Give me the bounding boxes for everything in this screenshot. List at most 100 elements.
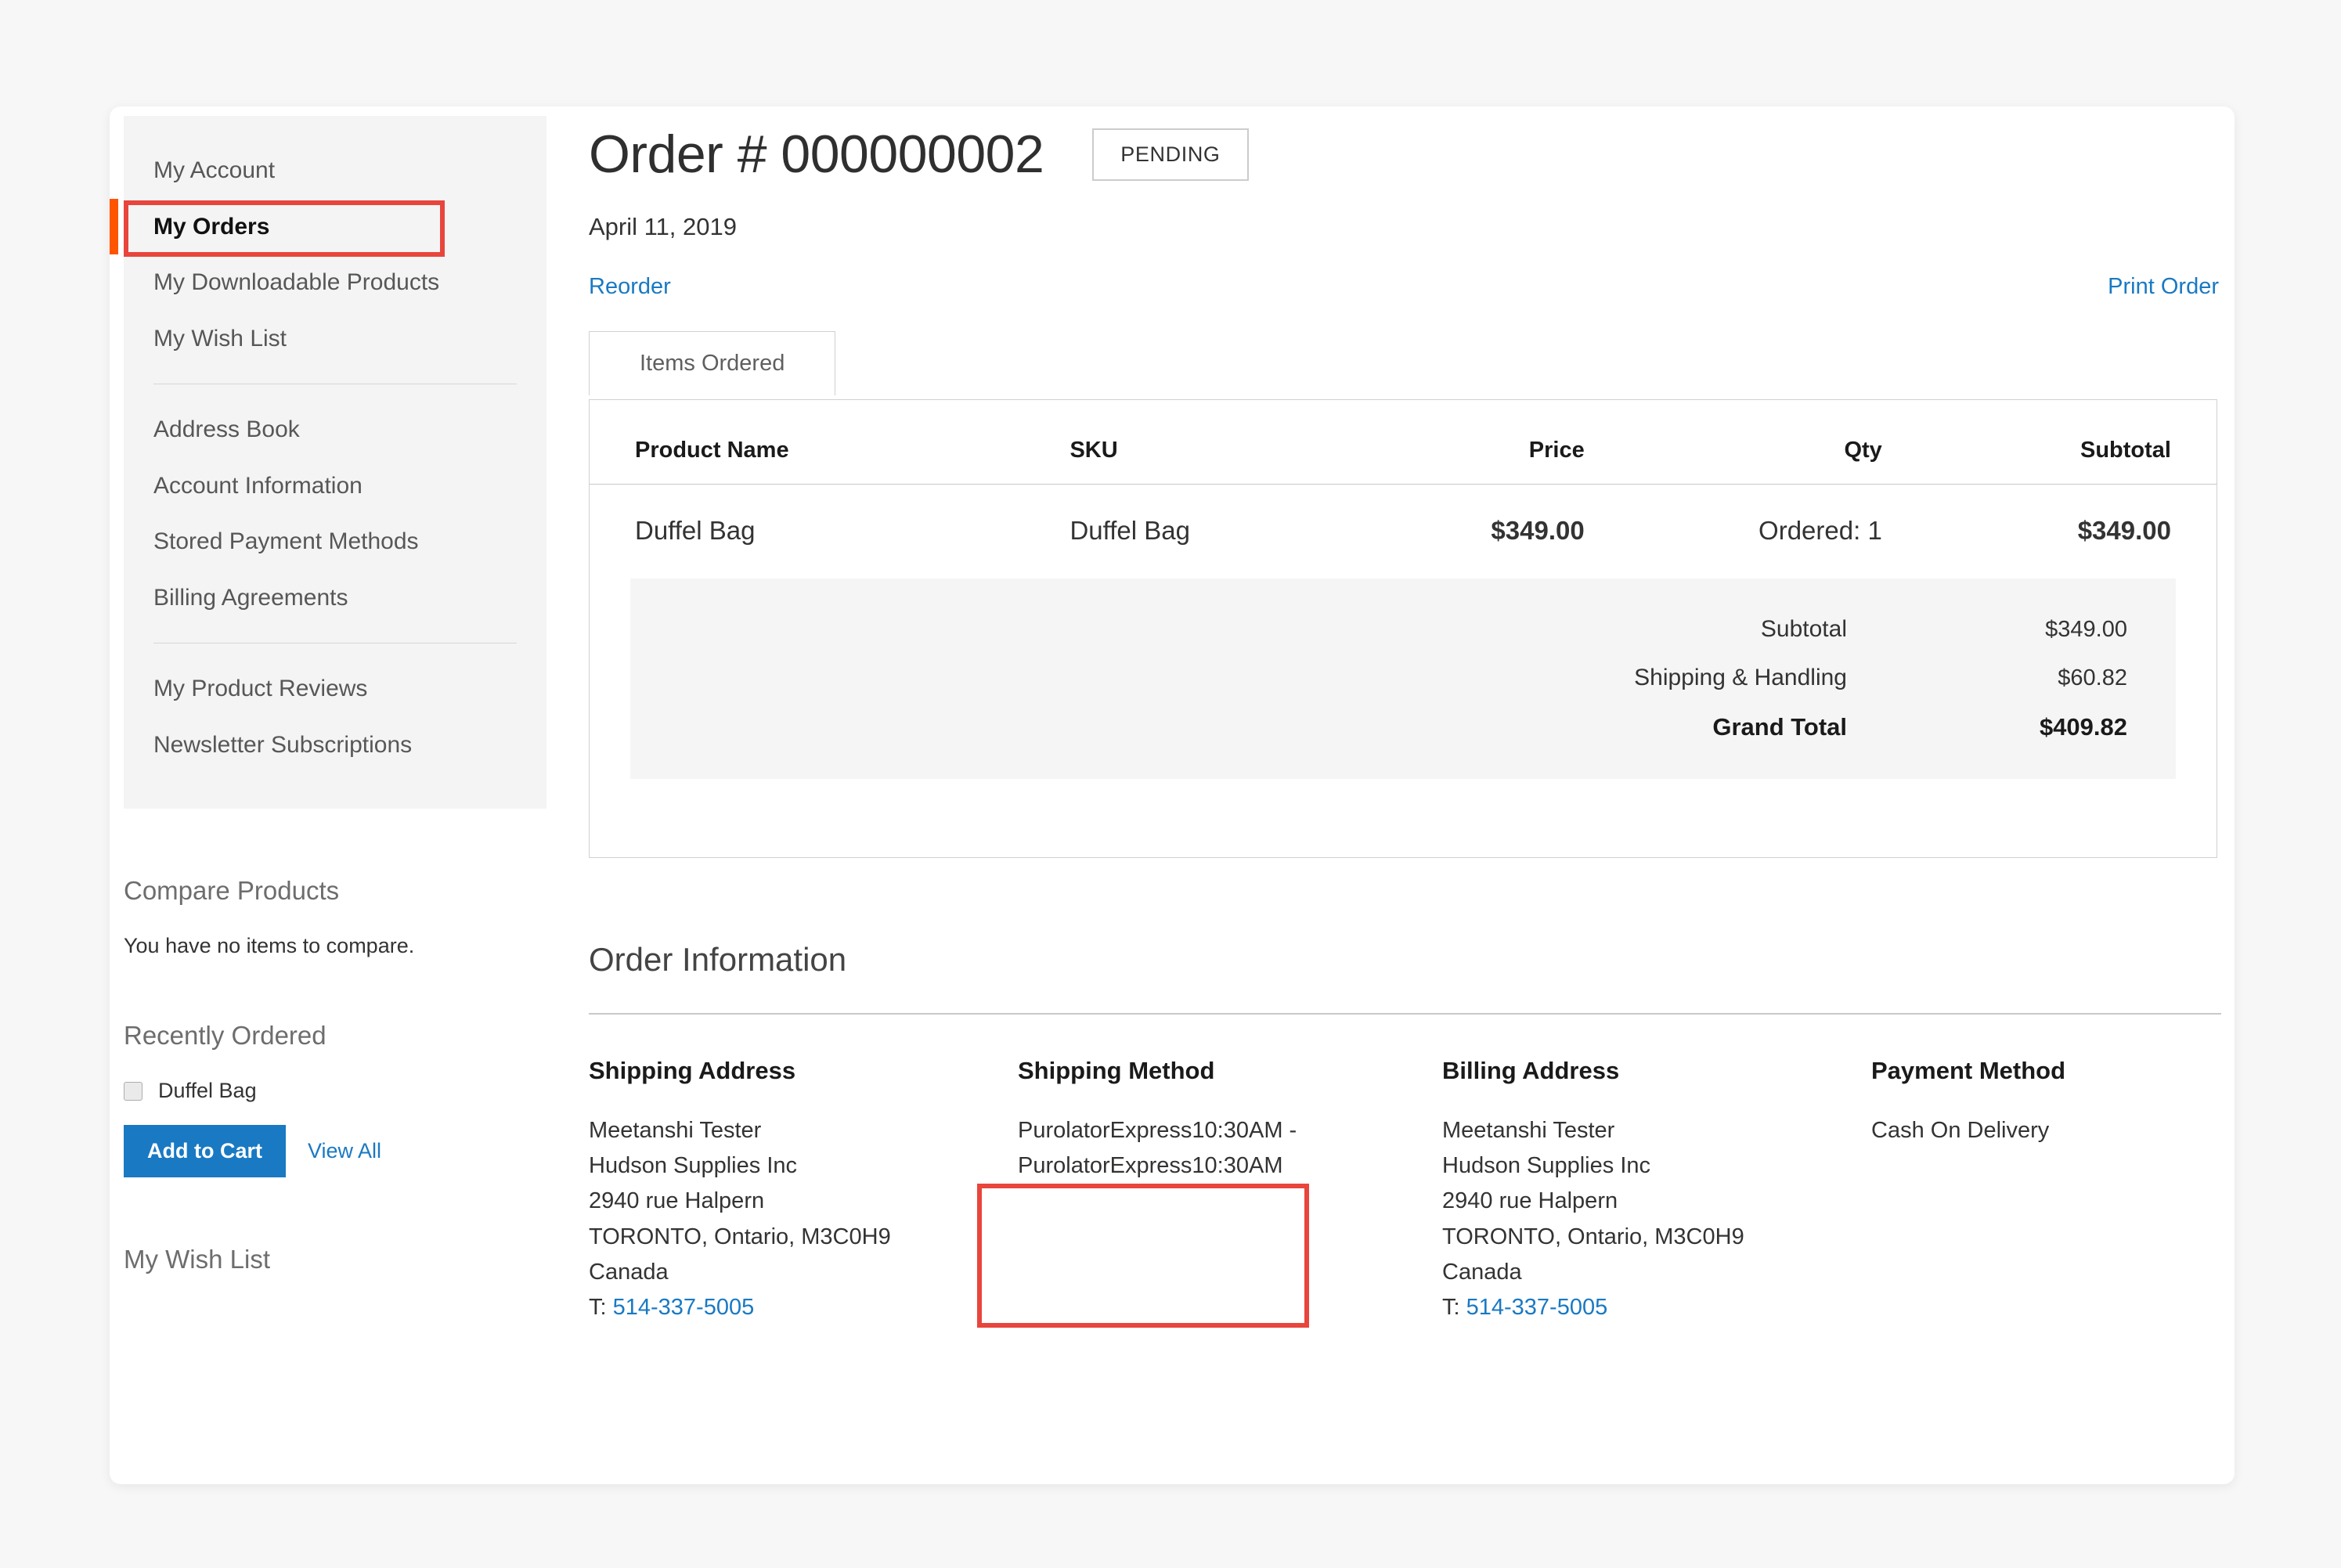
- sidebar-item-account-information[interactable]: Account Information: [124, 458, 546, 514]
- list-item: Duffel Bag: [124, 1079, 546, 1103]
- reorder-link[interactable]: Reorder: [589, 274, 671, 300]
- billing-address-block: Billing Address Meetanshi Tester Hudson …: [1442, 1057, 1871, 1325]
- shipping-method-line: PurolatorExpress10:30AM: [1018, 1153, 1283, 1179]
- order-title-row: Order # 000000002 PENDING: [589, 124, 2217, 185]
- billing-address-line: Meetanshi Tester: [1442, 1118, 1615, 1143]
- items-table-body: Duffel Bag Duffel Bag $349.00 Ordered: 1…: [590, 485, 2217, 579]
- order-totals: Subtotal $349.00 Shipping & Handling $60…: [630, 579, 2176, 779]
- totals-row-subtotal: Subtotal $349.00: [630, 605, 2176, 654]
- order-actions-row: Reorder Print Order: [589, 274, 2219, 300]
- cell-price: $349.00: [1491, 516, 1585, 545]
- totals-value: $349.00: [2045, 616, 2127, 642]
- sidebar-item-label: My Orders: [153, 213, 270, 240]
- shipping-address-phone-row: T: 514-337-5005: [589, 1290, 1018, 1325]
- shipping-address-line: Meetanshi Tester: [589, 1118, 762, 1143]
- page-root: My Account My Orders My Downloadable Pro…: [0, 0, 2341, 1568]
- sidebar-item-label: My Wish List: [153, 325, 287, 351]
- print-order-link[interactable]: Print Order: [2108, 274, 2219, 300]
- column-header-product-name: Product Name: [635, 438, 789, 463]
- phone-prefix: T:: [1442, 1295, 1466, 1321]
- shipping-address-line: Canada: [589, 1259, 669, 1285]
- recently-ordered-actions: Add to Cart View All: [124, 1125, 546, 1177]
- sidebar-item-label: My Product Reviews: [153, 676, 368, 701]
- shipping-method-line: PurolatorExpress10:30AM -: [1018, 1118, 1297, 1143]
- column-header-qty: Qty: [1844, 438, 1882, 463]
- shipping-address-heading: Shipping Address: [589, 1057, 796, 1084]
- sidebar-item-my-product-reviews[interactable]: My Product Reviews: [124, 661, 546, 717]
- payment-method-value: Cash On Delivery: [1871, 1118, 2050, 1143]
- order-information-title: Order Information: [589, 941, 847, 978]
- cell-subtotal: $349.00: [2077, 516, 2171, 545]
- account-card: My Account My Orders My Downloadable Pro…: [110, 106, 2235, 1484]
- order-date: April 11, 2019: [589, 213, 737, 240]
- column-header-sku: SKU: [1070, 438, 1118, 463]
- totals-value: $409.82: [2039, 713, 2127, 741]
- shipping-address-block: Shipping Address Meetanshi Tester Hudson…: [589, 1057, 1018, 1325]
- shipping-address-line: TORONTO, Ontario, M3C0H9: [589, 1224, 891, 1249]
- totals-label: Grand Total: [1712, 713, 1847, 741]
- table-header-row: Product Name SKU Price Qty Subtotal: [590, 400, 2217, 485]
- sidebar-item-my-downloadable-products[interactable]: My Downloadable Products: [124, 254, 546, 311]
- cell-product-name: Duffel Bag: [635, 516, 756, 545]
- active-accent-bar: [110, 198, 118, 254]
- compare-products-block: Compare Products You have no items to co…: [124, 876, 546, 958]
- billing-address-phone-row: T: 514-337-5005: [1442, 1290, 1871, 1325]
- sidebar-nav-panel: My Account My Orders My Downloadable Pro…: [110, 116, 546, 809]
- totals-row-shipping: Shipping & Handling $60.82: [630, 654, 2176, 702]
- sidebar-item-my-wish-list[interactable]: My Wish List: [124, 311, 546, 367]
- shipping-method-heading: Shipping Method: [1018, 1057, 1215, 1084]
- billing-address-line: Canada: [1442, 1259, 1522, 1285]
- add-to-cart-button[interactable]: Add to Cart: [124, 1125, 286, 1177]
- main-content: Order # 000000002 PENDING April 11, 2019…: [589, 124, 2221, 1325]
- sidebar-item-label: My Downloadable Products: [153, 269, 440, 295]
- section-divider: [589, 1013, 2221, 1015]
- shipping-address-line: Hudson Supplies Inc: [589, 1153, 797, 1179]
- compare-products-empty-text: You have no items to compare.: [124, 934, 415, 957]
- cell-sku: Duffel Bag: [1070, 516, 1190, 545]
- billing-address-line: Hudson Supplies Inc: [1442, 1153, 1650, 1179]
- recently-ordered-block: Recently Ordered Duffel Bag Add to Cart …: [124, 1021, 546, 1177]
- order-tabs: Items Ordered: [589, 331, 2217, 400]
- page-title: Order # 000000002: [589, 124, 1044, 184]
- items-table: Product Name SKU Price Qty Subtotal Duff…: [590, 400, 2217, 579]
- shipping-phone-link[interactable]: 514-337-5005: [613, 1295, 755, 1320]
- totals-label: Shipping & Handling: [1634, 665, 1847, 690]
- sidebar-item-newsletter-subscriptions[interactable]: Newsletter Subscriptions: [124, 717, 546, 773]
- wish-list-title: My Wish List: [124, 1245, 271, 1274]
- sidebar-item-stored-payment-methods[interactable]: Stored Payment Methods: [124, 514, 546, 570]
- shipping-method-block: Shipping Method PurolatorExpress10:30AM …: [1018, 1057, 1442, 1325]
- sidebar-item-label: Account Information: [153, 472, 363, 499]
- billing-address-line: TORONTO, Ontario, M3C0H9: [1442, 1224, 1744, 1249]
- tab-items-ordered[interactable]: Items Ordered: [589, 331, 836, 395]
- billing-phone-link[interactable]: 514-337-5005: [1466, 1295, 1608, 1320]
- recently-ordered-item-label: Duffel Bag: [158, 1079, 257, 1102]
- account-sidebar: My Account My Orders My Downloadable Pro…: [110, 116, 546, 1303]
- sidebar-item-my-account[interactable]: My Account: [124, 142, 546, 199]
- phone-prefix: T:: [589, 1295, 613, 1321]
- payment-method-heading: Payment Method: [1871, 1057, 2066, 1084]
- totals-row-grand-total: Grand Total $409.82: [630, 702, 2176, 752]
- sidebar-item-label: Stored Payment Methods: [153, 528, 419, 554]
- sidebar-item-label: Billing Agreements: [153, 584, 348, 611]
- sidebar-item-my-orders[interactable]: My Orders: [110, 198, 546, 254]
- column-header-subtotal: Subtotal: [2080, 438, 2171, 463]
- sidebar-item-billing-agreements[interactable]: Billing Agreements: [124, 570, 546, 626]
- payment-method-block: Payment Method Cash On Delivery: [1871, 1057, 2216, 1325]
- sidebar-item-label: Newsletter Subscriptions: [153, 731, 413, 758]
- totals-value: $60.82: [2058, 665, 2127, 690]
- view-all-link[interactable]: View All: [308, 1139, 381, 1163]
- cell-qty: Ordered: 1: [1758, 516, 1882, 545]
- items-ordered-card: Product Name SKU Price Qty Subtotal Duff…: [589, 399, 2217, 858]
- recently-ordered-title: Recently Ordered: [124, 1021, 326, 1050]
- sidebar-item-address-book[interactable]: Address Book: [124, 402, 546, 458]
- shipping-address-line: 2940 rue Halpern: [589, 1188, 765, 1214]
- items-table-head: Product Name SKU Price Qty Subtotal: [590, 400, 2217, 485]
- status-badge: PENDING: [1092, 128, 1249, 181]
- sidebar-item-label: My Account: [153, 157, 276, 183]
- recently-ordered-checkbox[interactable]: [124, 1081, 142, 1101]
- column-header-price: Price: [1528, 438, 1585, 463]
- order-information-grid: Shipping Address Meetanshi Tester Hudson…: [589, 1057, 2217, 1325]
- table-row: Duffel Bag Duffel Bag $349.00 Ordered: 1…: [590, 485, 2217, 579]
- sidebar-item-label: Address Book: [153, 416, 300, 442]
- billing-address-line: 2940 rue Halpern: [1442, 1188, 1618, 1214]
